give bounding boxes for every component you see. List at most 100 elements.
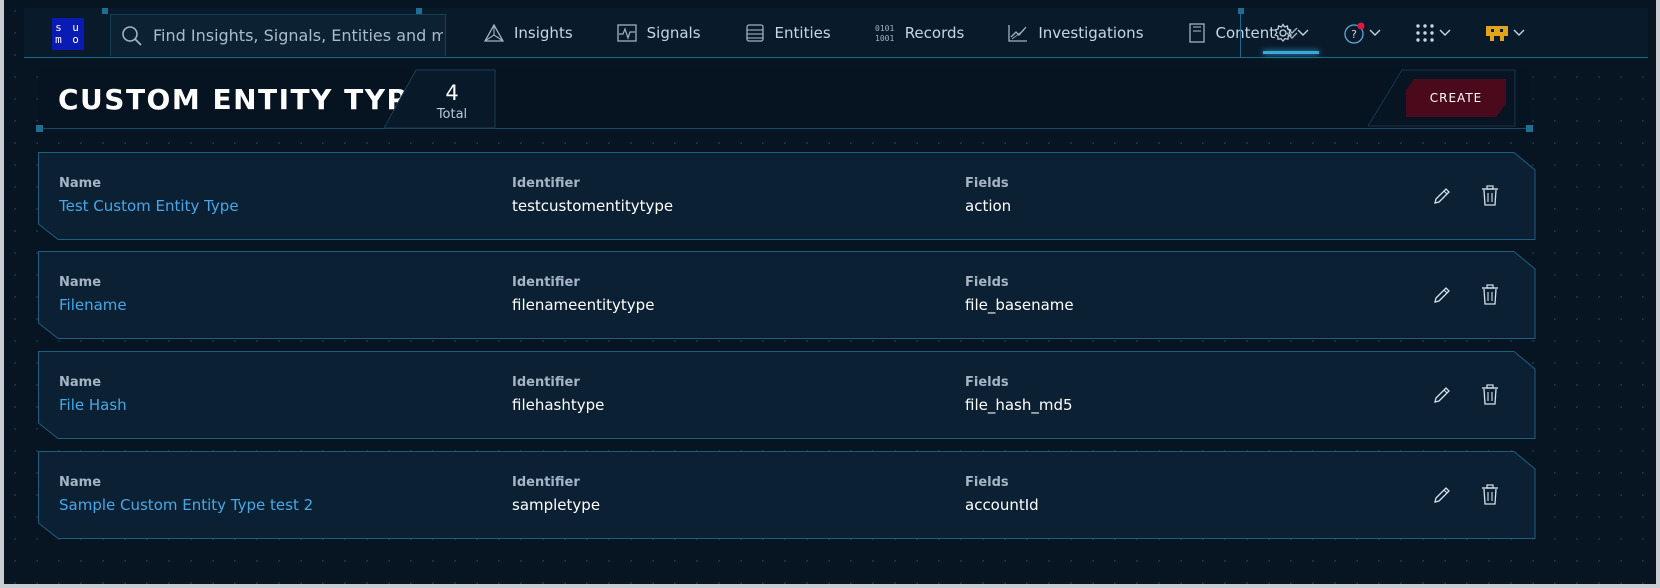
app-frame: s u m o Insights — [4, 0, 1656, 584]
entity-type-name-link[interactable]: Sample Custom Entity Type test 2 — [59, 496, 313, 514]
insights-icon — [484, 24, 504, 42]
identifier-cell: Identifier filehashtype — [512, 375, 604, 414]
chevron-down-icon — [1297, 29, 1309, 36]
fields-value: accountId — [965, 496, 1039, 514]
nav-utilities: ? — [1240, 8, 1648, 58]
apps-menu-button[interactable] — [1415, 20, 1451, 46]
entity-type-row[interactable]: Name Filename Identifier filenameentityt… — [38, 251, 1536, 339]
delete-button[interactable] — [1478, 283, 1502, 307]
total-count-badge: 4 Total — [384, 69, 496, 129]
name-label: Name — [59, 375, 102, 390]
identifier-label: Identifier — [512, 375, 580, 390]
page-header: CUSTOM ENTITY TYPES 4 Total CREATE — [36, 67, 1533, 132]
name-label: Name — [59, 475, 102, 490]
trash-icon — [1482, 484, 1498, 505]
identifier-value: testcustomentitytype — [512, 197, 674, 215]
header-corner-marker — [1526, 125, 1533, 132]
nav-signals[interactable]: Signals — [616, 8, 701, 58]
name-cell: Name Sample Custom Entity Type test 2 — [59, 475, 313, 514]
entities-icon — [745, 24, 764, 42]
delete-button[interactable] — [1478, 383, 1502, 407]
sumo-logo[interactable]: s u m o — [52, 18, 84, 50]
help-icon: ? — [1344, 22, 1365, 44]
entity-type-name-link[interactable]: Test Custom Entity Type — [59, 197, 239, 215]
chevron-down-icon — [1439, 29, 1451, 36]
help-glyph: ? — [1351, 28, 1357, 41]
pencil-icon — [1434, 188, 1450, 204]
identifier-value: sampletype — [512, 496, 601, 514]
search-icon — [122, 25, 142, 46]
row-frame — [38, 251, 1536, 339]
fields-cell: Fields accountId — [965, 475, 1039, 514]
edit-button[interactable] — [1430, 184, 1454, 208]
create-button[interactable]: CREATE — [1406, 79, 1506, 117]
nav-entities[interactable]: Entities — [745, 8, 831, 58]
identifier-cell: Identifier sampletype — [512, 475, 600, 514]
content-icon — [1188, 23, 1205, 43]
investigations-icon — [1008, 25, 1028, 42]
nav-records[interactable]: 0101 1001 Records — [875, 8, 965, 58]
name-cell: Name Filename — [59, 275, 127, 314]
fields-value: file_basename — [965, 296, 1074, 314]
row-frame — [38, 351, 1536, 439]
main-nav: Insights Signals Entities 0101 1001 Reco… — [484, 8, 1353, 58]
fields-label: Fields — [965, 375, 1009, 390]
name-label: Name — [59, 176, 102, 191]
user-menu-button[interactable] — [1485, 20, 1525, 46]
records-icon: 0101 1001 — [875, 24, 894, 43]
name-cell: Name File Hash — [59, 375, 127, 414]
entity-type-name-link[interactable]: File Hash — [59, 396, 127, 414]
entity-type-name-link[interactable]: Filename — [59, 296, 127, 314]
fields-cell: Fields action — [965, 176, 1011, 215]
nav-insights[interactable]: Insights — [484, 8, 573, 58]
header-corner-marker — [36, 125, 43, 132]
entity-type-row[interactable]: Name Sample Custom Entity Type test 2 Id… — [38, 451, 1536, 539]
pencil-icon — [1434, 287, 1450, 303]
identifier-value: filenameentitytype — [512, 296, 655, 314]
identifier-label: Identifier — [512, 275, 580, 290]
identifier-cell: Identifier testcustomentitytype — [512, 176, 673, 215]
active-indicator — [1263, 51, 1319, 54]
identifier-label: Identifier — [512, 176, 580, 191]
nav-investigations[interactable]: Investigations — [1008, 8, 1144, 58]
pencil-icon — [1434, 487, 1450, 503]
edit-button[interactable] — [1430, 383, 1454, 407]
global-search[interactable] — [110, 14, 446, 56]
trash-icon — [1482, 284, 1498, 305]
identifier-cell: Identifier filenameentitytype — [512, 275, 654, 314]
pencil-icon — [1434, 387, 1450, 403]
fields-value: action — [965, 197, 1012, 215]
fields-value: file_hash_md5 — [965, 396, 1073, 414]
edit-button[interactable] — [1430, 483, 1454, 507]
signals-icon — [616, 24, 637, 42]
search-input[interactable] — [153, 26, 443, 45]
name-label: Name — [59, 275, 102, 290]
logo-text-bottom: m o — [55, 33, 81, 46]
settings-menu-button[interactable] — [1273, 20, 1309, 46]
entity-type-row[interactable]: Name File Hash Identifier filehashtype F… — [38, 351, 1536, 439]
gear-icon — [1274, 23, 1292, 42]
name-cell: Name Test Custom Entity Type — [59, 176, 239, 215]
nav-investigations-label: Investigations — [1038, 24, 1144, 42]
svg-text:0101: 0101 — [875, 24, 894, 33]
fields-label: Fields — [965, 475, 1009, 490]
nav-records-label: Records — [904, 24, 965, 42]
trash-icon — [1482, 384, 1498, 405]
delete-button[interactable] — [1478, 483, 1502, 507]
edit-button[interactable] — [1430, 283, 1454, 307]
chevron-down-icon — [1369, 29, 1381, 36]
entity-type-row[interactable]: Name Test Custom Entity Type Identifier … — [38, 152, 1536, 240]
help-menu-button[interactable]: ? — [1343, 20, 1381, 46]
top-navigation: s u m o Insights — [24, 8, 1648, 58]
fields-cell: Fields file_basename — [965, 275, 1074, 314]
trash-icon — [1482, 185, 1498, 206]
row-frame — [38, 152, 1536, 240]
fields-cell: Fields file_hash_md5 — [965, 375, 1073, 414]
delete-button[interactable] — [1478, 184, 1502, 208]
fields-label: Fields — [965, 176, 1009, 191]
fields-label: Fields — [965, 275, 1009, 290]
total-label: Total — [436, 107, 468, 122]
total-count: 4 — [445, 81, 459, 105]
apps-grid-icon — [1416, 24, 1434, 42]
nav-entities-label: Entities — [774, 24, 831, 42]
